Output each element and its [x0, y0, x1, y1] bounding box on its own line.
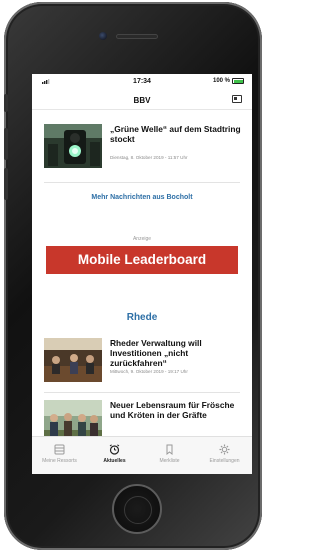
- article-date: Mittwoch, 9. Oktober 2019 - 19:17 Uhr: [110, 369, 188, 374]
- bookmark-icon: [164, 443, 176, 455]
- volume-up-button: [4, 128, 8, 160]
- tab-label: Aktuelles: [103, 458, 126, 464]
- tab-meine-ressorts[interactable]: Meine Ressorts: [32, 437, 87, 474]
- alarm-clock-icon: [109, 443, 121, 455]
- battery-level: 100 %: [212, 78, 230, 84]
- app-header: BBV: [32, 90, 252, 110]
- article-title: Rheder Verwaltung will Investitionen „ni…: [110, 338, 202, 368]
- article-item[interactable]: Rheder Verwaltung will Investitionen „ni…: [44, 338, 244, 388]
- article-thumbnail: [44, 124, 102, 168]
- phone-frame: 17:34 100 % BBV „Grüne Welle“ auf dem St…: [4, 2, 262, 550]
- more-news-link[interactable]: Mehr Nachrichten aus Bocholt: [32, 194, 252, 201]
- tab-einstellungen[interactable]: Einstellungen: [197, 437, 252, 474]
- gear-icon: [219, 443, 231, 455]
- app-title: BBV: [133, 96, 151, 105]
- newspaper-icon[interactable]: [232, 95, 242, 103]
- earpiece-speaker: [116, 34, 158, 39]
- article-date: Dienstag, 8. Oktober 2019 - 11:57 Uhr: [110, 155, 188, 160]
- battery-icon: [232, 78, 244, 84]
- home-button[interactable]: [112, 484, 162, 534]
- article-title: „Grüne Welle“ auf dem Stadtring stockt: [110, 124, 241, 144]
- article-title: Neuer Lebensraum für Frösche und Kröten …: [110, 400, 235, 420]
- divider: [44, 182, 240, 183]
- status-bar: 17:34 100 %: [32, 74, 252, 90]
- mute-switch: [4, 94, 8, 112]
- grid-icon: [54, 443, 66, 455]
- front-camera: [99, 32, 107, 40]
- tab-label: Merkliste: [159, 458, 180, 464]
- app-screen: 17:34 100 % BBV „Grüne Welle“ auf dem St…: [32, 74, 252, 474]
- article-item[interactable]: Neuer Lebensraum für Frösche und Kröten …: [44, 400, 244, 444]
- ad-label: Anzeige: [132, 236, 152, 242]
- divider: [44, 392, 240, 393]
- tab-label: Meine Ressorts: [42, 458, 77, 464]
- tab-bar: Meine Ressorts Aktuelles Merkliste Einst…: [32, 436, 252, 474]
- volume-down-button: [4, 168, 8, 200]
- tab-label: Einstellungen: [209, 458, 240, 464]
- article-item[interactable]: „Grüne Welle“ auf dem Stadtring stockt D…: [44, 124, 244, 174]
- article-thumbnail: [44, 338, 102, 382]
- section-title: Rhede: [126, 312, 158, 323]
- ad-banner[interactable]: Mobile Leaderboard: [46, 246, 238, 274]
- tab-aktuelles[interactable]: Aktuelles: [87, 437, 142, 474]
- tab-merkliste[interactable]: Merkliste: [142, 437, 197, 474]
